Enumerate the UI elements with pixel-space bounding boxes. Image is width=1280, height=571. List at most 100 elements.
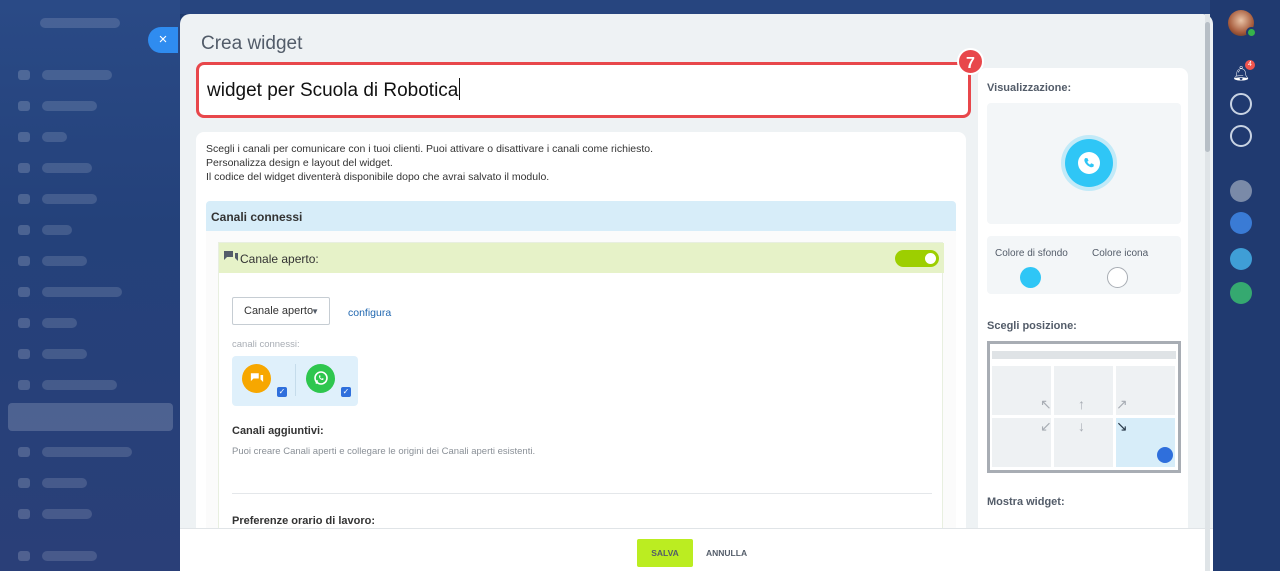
blurred-menu-item [42, 287, 122, 297]
blurred-menu-item [42, 101, 97, 111]
blurred-active-item [8, 403, 173, 431]
blurred-menu-icon [18, 447, 30, 457]
create-widget-panel: Crea widget widget per Scuola di Robotic… [180, 14, 1213, 571]
working-hours-title: Preferenze orario di lavoro: [232, 515, 376, 527]
chevron-down-icon: ▼ [311, 307, 319, 316]
bookmark-icon[interactable] [1230, 212, 1252, 234]
open-channel-select[interactable]: Canale aperto ▼ [232, 297, 330, 325]
icon-color-label: Colore icona [1092, 248, 1149, 259]
blurred-menu-item [42, 132, 67, 142]
widget-preview [987, 103, 1181, 224]
blurred-menu-icon [18, 509, 30, 519]
page-title: Crea widget [201, 33, 303, 54]
open-channel-select-value: Canale aperto [244, 305, 314, 317]
blurred-menu-icon [18, 256, 30, 266]
blurred-menu-icon [18, 132, 30, 142]
blurred-menu-item [42, 509, 92, 519]
intro-line: Personalizza design e layout del widget. [206, 157, 393, 169]
channel-checkbox[interactable]: ✓ [277, 387, 287, 397]
channel-separator [295, 364, 296, 396]
blurred-logo [40, 18, 120, 28]
main-card: Scegli i canali per comunicare con i tuo… [196, 132, 966, 552]
blurred-menu-item [42, 478, 87, 488]
blurred-menu-item [42, 256, 87, 266]
widget-name-input: widget per Scuola di Robotica [207, 78, 461, 102]
arrow-down-icon: ↓ [1078, 418, 1085, 434]
close-icon: × [158, 31, 168, 48]
blurred-menu-icon [18, 101, 30, 111]
blurred-menu-icon [18, 380, 30, 390]
blurred-menu-item [42, 380, 117, 390]
phone-icon [1078, 152, 1100, 174]
background-sidebar [0, 0, 180, 571]
intro-line: Scegli i canali per comunicare con i tuo… [206, 143, 654, 155]
widget-name-value: widget per Scuola di Robotica [207, 80, 459, 101]
blurred-menu-icon [18, 70, 30, 80]
background-color-swatch[interactable] [1020, 267, 1041, 288]
extra-channels-title: Canali aggiuntivi: [232, 425, 324, 437]
connected-channels-list: ✓ ✓ [232, 356, 358, 406]
blurred-menu-icon [18, 318, 30, 328]
blurred-menu-icon [18, 478, 30, 488]
widget-position-marker [1157, 447, 1173, 463]
icon-color-swatch[interactable] [1107, 267, 1128, 288]
spiral-icon[interactable] [1230, 93, 1252, 115]
connected-channels-header: Canali connessi [206, 201, 956, 231]
chat-bubbles-icon [224, 251, 238, 261]
position-preview-topbar [990, 344, 1178, 364]
blurred-menu-icon [18, 194, 30, 204]
blurred-menu-item [42, 225, 72, 235]
divider [232, 493, 932, 494]
preview-label: Visualizzazione: [987, 82, 1072, 94]
open-channel-card: Canale aperto: Canale aperto ▼ configura… [218, 242, 944, 542]
blurred-menu-item [42, 349, 87, 359]
background-header [180, 0, 1210, 14]
extra-channels-description: Puoi creare Canali aperti e collegare le… [232, 446, 536, 457]
intro-text: Scegli i canali per comunicare con i tuo… [206, 142, 653, 184]
position-label: Scegli posizione: [987, 320, 1077, 332]
arrow-up-right-icon: ↗ [1116, 396, 1128, 412]
widget-preview-button [1065, 139, 1113, 187]
chat-icon[interactable] [1230, 248, 1252, 270]
blurred-menu-icon [18, 163, 30, 173]
position-picker: ↖ ↑ ↗ ↙ ↓ ↘ [987, 341, 1181, 473]
chat-bubbles-icon[interactable] [242, 364, 271, 393]
notification-badge: 4 [1245, 60, 1255, 70]
blurred-menu-item [42, 318, 77, 328]
channel-checkbox[interactable]: ✓ [341, 387, 351, 397]
background-color-label: Colore di sfondo [995, 248, 1068, 259]
arrow-up-left-icon: ↖ [1040, 396, 1052, 412]
blurred-menu-icon [18, 349, 30, 359]
footer-bar: SALVA ANNULLA [180, 528, 1213, 571]
connected-channels-label: canali connessi: [232, 339, 300, 350]
show-widget-label: Mostra widget: [987, 496, 1065, 508]
connected-channels-body: Canale aperto: Canale aperto ▼ configura… [206, 231, 956, 552]
team-avatar-icon[interactable] [1230, 180, 1252, 202]
blurred-menu-item [42, 194, 97, 204]
widget-name-field[interactable]: widget per Scuola di Robotica [196, 62, 971, 118]
configure-link[interactable]: configura [348, 307, 391, 319]
scrollbar-thumb[interactable] [1205, 22, 1210, 152]
arrow-down-left-icon: ↙ [1040, 418, 1052, 434]
blurred-menu-icon [18, 287, 30, 297]
blurred-menu-item [42, 163, 92, 173]
cancel-button[interactable]: ANNULLA [706, 548, 747, 558]
status-dot [1246, 27, 1257, 38]
intro-line: Il codice del widget diventerà disponibi… [206, 171, 550, 183]
arrow-down-right-icon: ↘ [1116, 418, 1128, 434]
whatsapp-icon[interactable] [306, 364, 335, 393]
text-caret [459, 78, 461, 100]
save-button[interactable]: SALVA [637, 539, 693, 567]
settings-sidebar: Visualizzazione: Colore di sfondo Colore… [978, 68, 1188, 568]
blurred-menu-icon [18, 225, 30, 235]
blurred-menu-icon [18, 551, 30, 561]
open-channel-header: Canale aperto: [219, 243, 944, 273]
blurred-menu-item [42, 70, 112, 80]
open-channel-title: Canale aperto: [240, 252, 319, 266]
calculator-icon[interactable] [1230, 282, 1252, 304]
chat-search-icon[interactable] [1230, 125, 1252, 147]
arrow-up-icon: ↑ [1078, 396, 1085, 412]
open-channel-toggle[interactable] [895, 250, 939, 267]
close-button[interactable]: × [148, 27, 178, 53]
blurred-menu-item [42, 551, 97, 561]
